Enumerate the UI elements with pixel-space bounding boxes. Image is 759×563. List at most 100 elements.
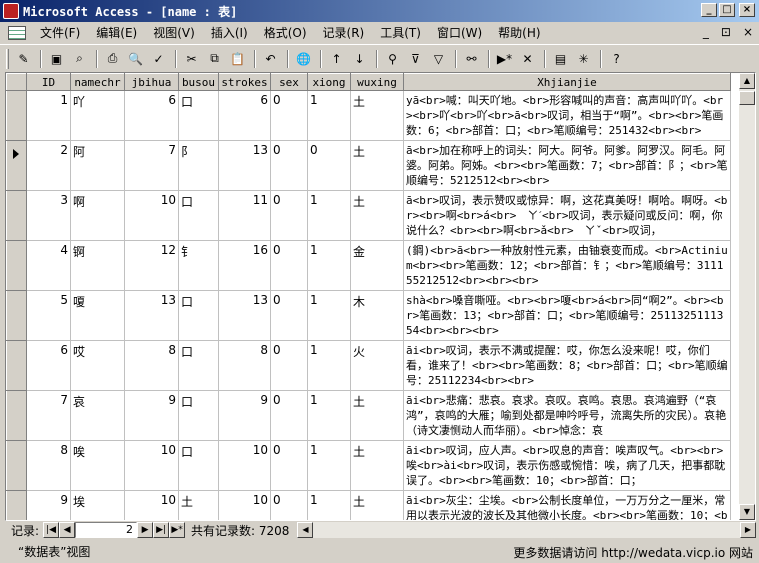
cell-sex[interactable]: 0 <box>270 190 308 241</box>
cell-id[interactable]: 3 <box>26 190 71 241</box>
paste-icon[interactable]: 📋 <box>227 48 248 69</box>
cell-namechr[interactable]: 嗄 <box>70 290 125 341</box>
cell-strokes[interactable]: 16 <box>218 240 271 291</box>
cell-xiong[interactable]: 1 <box>307 340 351 391</box>
cell-id[interactable]: 5 <box>26 290 71 341</box>
column-header-busou[interactable]: busou <box>178 73 219 91</box>
cell-id[interactable]: 8 <box>26 440 71 491</box>
cell-wuxing[interactable]: 土 <box>350 440 404 491</box>
cell-busou[interactable]: 口 <box>178 90 219 141</box>
cell-jbihua[interactable]: 9 <box>124 390 179 441</box>
menu-file[interactable]: 文件(F) <box>32 23 88 43</box>
save-icon[interactable]: ▣ <box>46 48 67 69</box>
table-row[interactable]: 1 吖 6 口 6 0 1 土 yā<br>喊：叫天吖地。<br>形容喊叫的声音：高声叫吖吖。<… <box>6 90 731 141</box>
cell-strokes[interactable]: 9 <box>218 390 271 441</box>
cell-id[interactable]: 2 <box>26 140 71 191</box>
cell-jbihua[interactable]: 13 <box>124 290 179 341</box>
cell-xiong[interactable]: 1 <box>307 240 351 291</box>
cell-xhjianjie[interactable]: ā<br>加在称呼上的词头：阿大。阿爷。阿爹。阿罗汉。阿毛。阿婆。阿弟。阿姊。<… <box>403 140 731 191</box>
cell-sex[interactable]: 0 <box>270 440 308 491</box>
cell-sex[interactable]: 0 <box>270 290 308 341</box>
cell-id[interactable]: 4 <box>26 240 71 291</box>
cell-xhjianjie[interactable]: yā<br>喊：叫天吖地。<br>形容喊叫的声音：高声叫吖吖。<br><br>吖… <box>403 90 731 141</box>
cell-busou[interactable]: 口 <box>178 390 219 441</box>
table-row[interactable]: 5 嗄 13 口 13 0 1 木 shà<br>嗓音嘶哑。<br><br>嗄<br>á<br>… <box>6 290 731 341</box>
record-selector[interactable] <box>6 290 27 341</box>
cut-icon[interactable]: ✂ <box>181 48 202 69</box>
column-header-wuxing[interactable]: wuxing <box>350 73 404 91</box>
access-app-icon[interactable] <box>3 3 19 19</box>
column-header-strokes[interactable]: strokes <box>218 73 271 91</box>
cell-namechr[interactable]: 啊 <box>70 190 125 241</box>
cell-strokes[interactable]: 13 <box>218 140 271 191</box>
cell-id[interactable]: 6 <box>26 340 71 391</box>
table-row[interactable]: 8 唉 10 口 10 0 1 土 āi<br>叹词，应人声。<br>叹息的声音：唉声叹气。<b… <box>6 440 731 491</box>
menu-tools[interactable]: 工具(T) <box>372 23 429 43</box>
cell-xiong[interactable]: 1 <box>307 440 351 491</box>
menu-insert[interactable]: 插入(I) <box>203 23 256 43</box>
cell-wuxing[interactable]: 土 <box>350 190 404 241</box>
hyperlink-icon[interactable]: 🌐 <box>293 48 314 69</box>
record-selector[interactable] <box>6 390 27 441</box>
datasheet-icon[interactable] <box>8 26 26 40</box>
cell-namechr[interactable]: 阿 <box>70 140 125 191</box>
delete-record-icon[interactable]: ✕ <box>517 48 538 69</box>
cell-xiong[interactable]: 1 <box>307 490 351 520</box>
current-record-field[interactable]: 2 <box>75 522 138 538</box>
menu-format[interactable]: 格式(O) <box>256 23 315 43</box>
find-icon[interactable]: ⚯ <box>461 48 482 69</box>
undo-icon[interactable]: ↶ <box>260 48 281 69</box>
cell-busou[interactable]: 口 <box>178 190 219 241</box>
cell-xhjianjie[interactable]: āi<br>叹词，表示不满或提醒：哎，你怎么没来呢！哎，你们看，谁来了！<br>… <box>403 340 731 391</box>
menu-window[interactable]: 窗口(W) <box>429 23 490 43</box>
print-preview-icon[interactable]: 🔍 <box>125 48 146 69</box>
doc-minimize-button[interactable]: _ <box>703 25 709 39</box>
doc-close-button[interactable]: × <box>743 25 753 39</box>
scroll-left-button[interactable]: ◀ <box>297 522 314 538</box>
cell-namechr[interactable]: 锕 <box>70 240 125 291</box>
cell-sex[interactable]: 0 <box>270 490 308 520</box>
menu-view[interactable]: 视图(V) <box>145 23 203 43</box>
cell-wuxing[interactable]: 火 <box>350 340 404 391</box>
cell-busou[interactable]: 口 <box>178 440 219 491</box>
cell-id[interactable]: 7 <box>26 390 71 441</box>
cell-xiong[interactable]: 0 <box>307 140 351 191</box>
table-row[interactable]: 6 哎 8 口 8 0 1 火 āi<br>叹词，表示不满或提醒：哎，你怎么没来呢！哎，你们看，… <box>6 340 731 391</box>
print-icon[interactable]: ⎙ <box>102 48 123 69</box>
cell-jbihua[interactable]: 10 <box>124 440 179 491</box>
cell-wuxing[interactable]: 土 <box>350 390 404 441</box>
table-row[interactable]: 3 啊 10 口 11 0 1 土 ā<br>叹词，表示赞叹或惊异：啊，这花真美呀！啊哈。啊呀。… <box>6 190 731 241</box>
filter-by-form-icon[interactable]: ⊽ <box>405 48 426 69</box>
cell-id[interactable]: 1 <box>26 90 71 141</box>
record-selector[interactable] <box>6 240 27 291</box>
menu-records[interactable]: 记录(R) <box>315 23 373 43</box>
minimize-button[interactable]: _ <box>701 3 717 17</box>
cell-sex[interactable]: 0 <box>270 240 308 291</box>
select-all-corner[interactable] <box>6 73 27 91</box>
sort-ascending-icon[interactable]: ↑ <box>326 48 347 69</box>
cell-wuxing[interactable]: 土 <box>350 140 404 191</box>
cell-xhjianjie[interactable]: āi<br>灰尘：尘埃。<br>公制长度单位，一万万分之一厘米，常用以表示光波的… <box>403 490 731 520</box>
cell-wuxing[interactable]: 木 <box>350 290 404 341</box>
toolbar-grip[interactable] <box>6 48 9 69</box>
previous-record-button[interactable]: ◀ <box>59 522 76 538</box>
cell-sex[interactable]: 0 <box>270 340 308 391</box>
record-selector[interactable] <box>6 90 27 141</box>
apply-filter-icon[interactable]: ▽ <box>428 48 449 69</box>
copy-icon[interactable]: ⧉ <box>204 48 225 69</box>
new-record-icon[interactable]: ▶* <box>494 48 515 69</box>
next-record-button[interactable]: ▶ <box>137 522 154 538</box>
cell-namechr[interactable]: 哎 <box>70 340 125 391</box>
table-row[interactable]: 2 阿 7 阝 13 0 0 土 ā<br>加在称呼上的词头：阿大。阿爷。阿爹。阿罗汉。阿毛。阿… <box>6 140 731 191</box>
cell-namechr[interactable]: 吖 <box>70 90 125 141</box>
filter-by-selection-icon[interactable]: ⚲ <box>382 48 403 69</box>
column-header-id[interactable]: ID <box>26 73 71 91</box>
scroll-down-button[interactable]: ▼ <box>739 504 755 520</box>
record-selector[interactable] <box>6 190 27 241</box>
cell-strokes[interactable]: 13 <box>218 290 271 341</box>
record-selector[interactable] <box>6 340 27 391</box>
cell-strokes[interactable]: 8 <box>218 340 271 391</box>
record-selector[interactable] <box>6 440 27 491</box>
cell-jbihua[interactable]: 12 <box>124 240 179 291</box>
design-view-icon[interactable]: ✎ <box>13 48 34 69</box>
